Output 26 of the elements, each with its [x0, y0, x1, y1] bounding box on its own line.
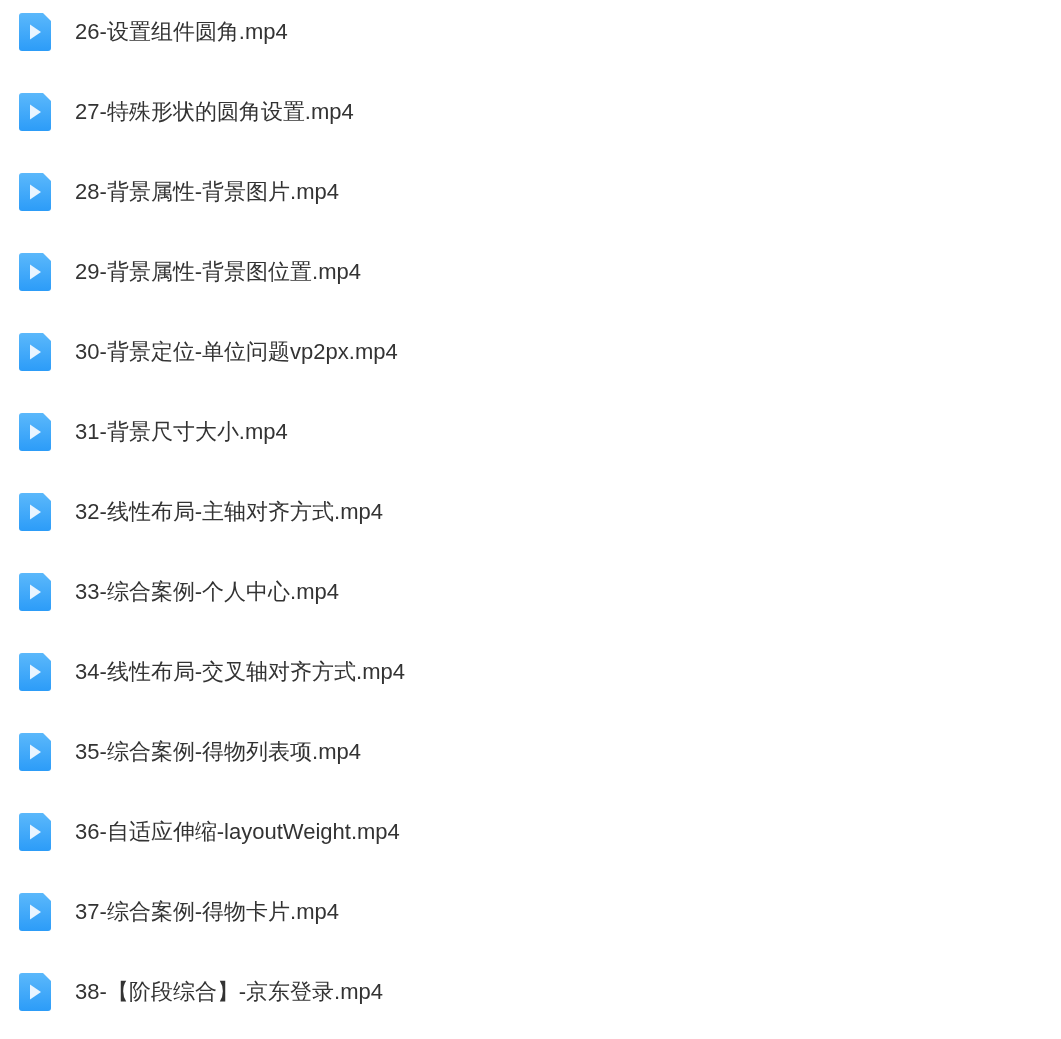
file-name[interactable]: 32-线性布局-主轴对齐方式.mp4 — [75, 497, 384, 527]
file-name[interactable]: 27-特殊形状的圆角设置.mp4 — [75, 97, 354, 127]
file-name[interactable]: 30-背景定位-单位问题vp2px.mp4 — [75, 337, 398, 367]
file-name[interactable]: 38-【阶段综合】-京东登录.mp4 — [75, 977, 384, 1007]
file-name[interactable]: 35-综合案例-得物列表项.mp4 — [75, 737, 362, 767]
file-name[interactable]: 26-设置组件圆角.mp4 — [75, 17, 288, 47]
video-file-icon — [19, 573, 51, 611]
file-name[interactable]: 37-综合案例-得物卡片.mp4 — [75, 897, 340, 927]
file-name[interactable]: 31-背景尺寸大小.mp4 — [75, 417, 288, 447]
file-name[interactable]: 34-线性布局-交叉轴对齐方式.mp4 — [75, 657, 406, 687]
video-file-icon — [19, 13, 51, 51]
video-file-icon — [19, 333, 51, 371]
video-file-icon — [19, 733, 51, 771]
file-name[interactable]: 28-背景属性-背景图片.mp4 — [75, 177, 340, 207]
video-file-icon — [19, 813, 51, 851]
video-file-icon — [19, 253, 51, 291]
file-name[interactable]: 36-自适应伸缩-layoutWeight.mp4 — [75, 817, 400, 847]
file-name[interactable]: 29-背景属性-背景图位置.mp4 — [75, 257, 362, 287]
video-file-icon — [19, 493, 51, 531]
video-file-icon — [19, 93, 51, 131]
video-file-icon — [19, 653, 51, 691]
video-file-icon — [19, 413, 51, 451]
video-file-icon — [19, 973, 51, 1011]
file-name[interactable]: 33-综合案例-个人中心.mp4 — [75, 577, 340, 607]
video-file-icon — [19, 173, 51, 211]
video-file-icon — [19, 893, 51, 931]
